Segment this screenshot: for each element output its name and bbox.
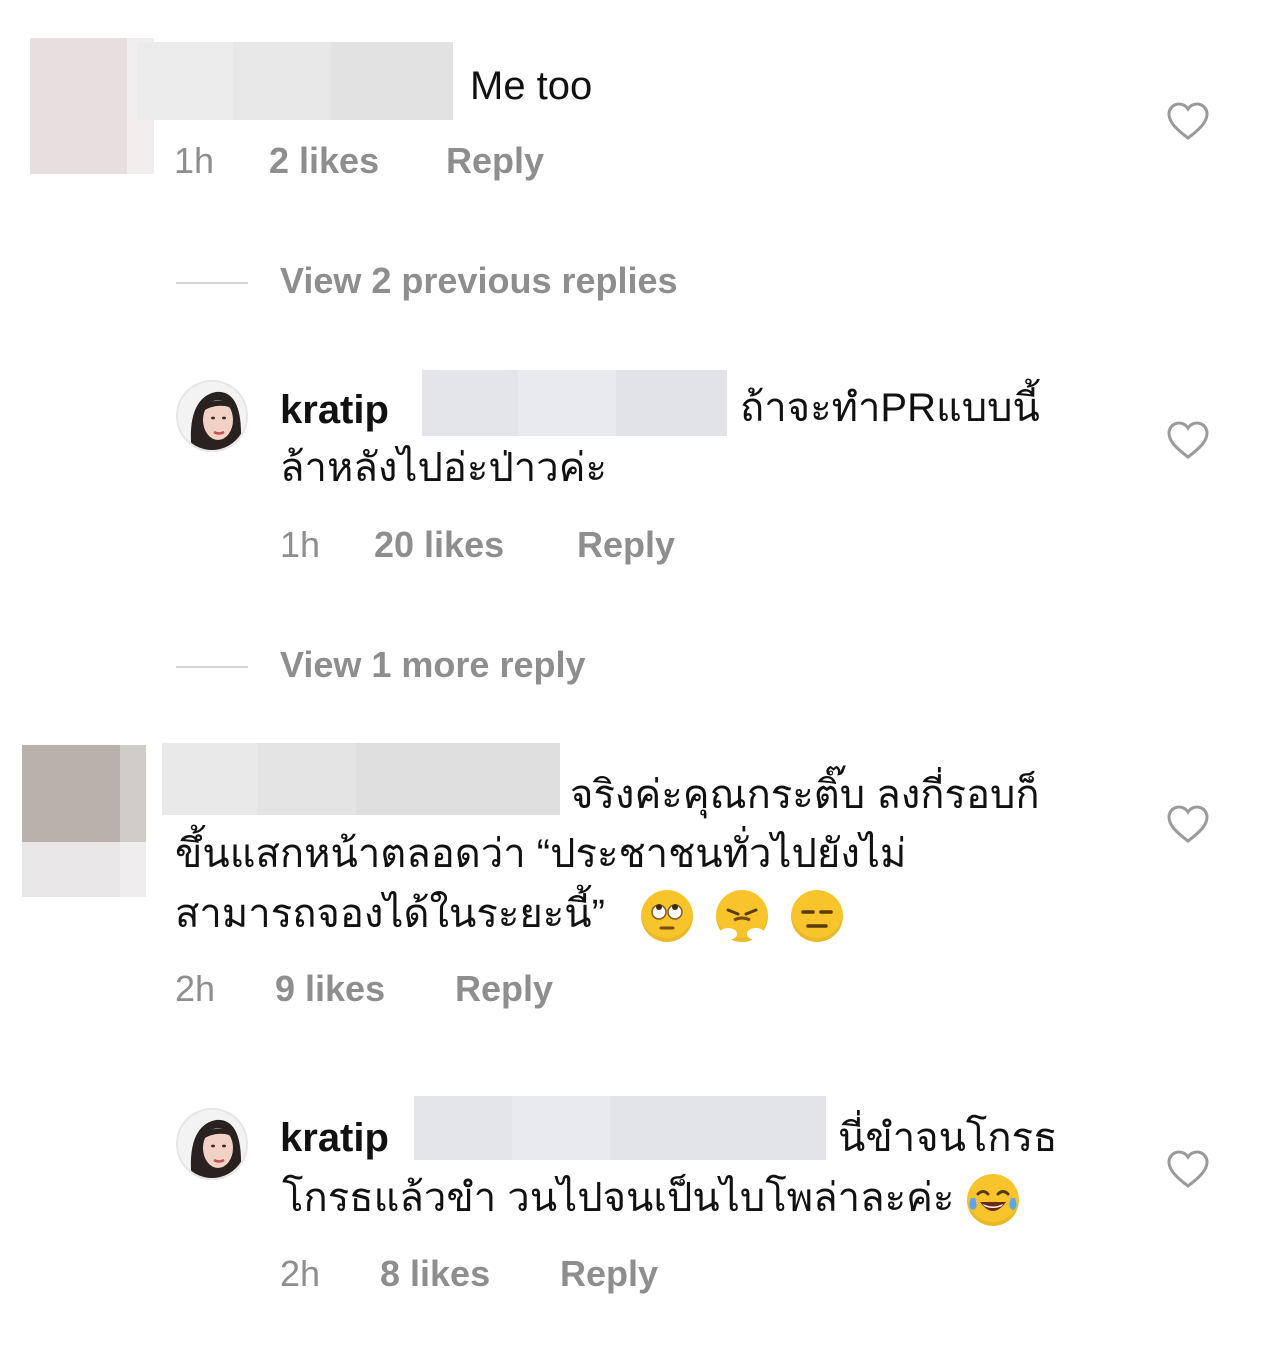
like-heart-icon[interactable] [1166, 804, 1210, 844]
comment-meta: 2h 8 likes Reply [280, 1253, 880, 1297]
avatar-kratip[interactable] [176, 380, 248, 452]
reply-button[interactable]: Reply [455, 968, 553, 1010]
tears-of-joy-emoji-icon [967, 1174, 1020, 1227]
redacted-mention [414, 1096, 826, 1160]
comment-text-line2-wrap: โกรธแล้วขำ วนไปจนเป็นไบโพล่าละค่ะ [282, 1168, 1031, 1228]
avatar-kratip[interactable] [176, 1108, 248, 1180]
redacted-mention [422, 370, 727, 436]
comment-meta: 1h 2 likes Reply [174, 140, 774, 184]
comment-time: 1h [174, 140, 215, 181]
comment-text: Me too [470, 64, 593, 108]
comment-time: 1h [280, 524, 321, 565]
eye-roll-emoji-icon [641, 890, 694, 943]
comment-text-line2: ขึ้นแสกหน้าตลอดว่า “ประชาชนทั่วไปยังไม่ [175, 832, 907, 876]
reply-thread-line [176, 282, 248, 284]
like-heart-icon[interactable] [1166, 101, 1210, 141]
view-previous-replies-label: View 2 previous replies [280, 260, 678, 301]
comment-text-line1: ถ้าจะทำPRแบบนี้ [740, 386, 1040, 430]
likes-count[interactable]: 9 likes [275, 968, 385, 1010]
comment-text: โกรธแล้วขำ วนไปจนเป็นไบโพล่าละค่ะ [282, 1176, 955, 1220]
reply-button[interactable]: Reply [446, 140, 544, 182]
comment-text-line3: สามารถจองได้ในระยะนี้” [175, 884, 855, 944]
likes-count[interactable]: 8 likes [380, 1253, 490, 1295]
avatar[interactable] [30, 38, 154, 174]
comment-username[interactable]: kratip [280, 1108, 389, 1168]
comment-text-line1: นี่ขำจนโกรธ [838, 1116, 1058, 1160]
comment-username[interactable]: kratip [280, 380, 389, 440]
reply-button[interactable]: Reply [560, 1253, 658, 1295]
redacted-username [162, 743, 560, 815]
comment-text: สามารถจองได้ในระยะนี้” [175, 892, 605, 936]
comment-time: 2h [280, 1253, 321, 1294]
redacted-username [137, 42, 453, 120]
expressionless-emoji-icon [791, 890, 844, 943]
avatar-image [178, 382, 246, 450]
comment-meta: 2h 9 likes Reply [175, 968, 775, 1012]
comment-meta: 1h 20 likes Reply [280, 524, 880, 568]
reply-thread-line [176, 666, 248, 668]
comment-time: 2h [175, 968, 216, 1009]
like-heart-icon[interactable] [1166, 420, 1210, 460]
likes-count[interactable]: 2 likes [269, 140, 379, 182]
comment-text-line1: จริงค่ะคุณกระติ๊บ ลงกี่รอบก็ [570, 773, 1040, 817]
avatar-image [178, 1110, 246, 1178]
like-heart-icon[interactable] [1166, 1149, 1210, 1189]
view-more-replies-label: View 1 more reply [280, 644, 586, 685]
likes-count[interactable]: 20 likes [374, 524, 504, 566]
view-previous-replies-button[interactable]: View 2 previous replies [176, 260, 776, 304]
view-more-replies-button[interactable]: View 1 more reply [176, 644, 776, 688]
avatar[interactable] [22, 745, 146, 897]
comment-text-line2: ล้าหลังไปอ่ะป่าวค่ะ [280, 446, 607, 490]
reply-button[interactable]: Reply [577, 524, 675, 566]
steam-nose-emoji-icon [716, 890, 769, 943]
